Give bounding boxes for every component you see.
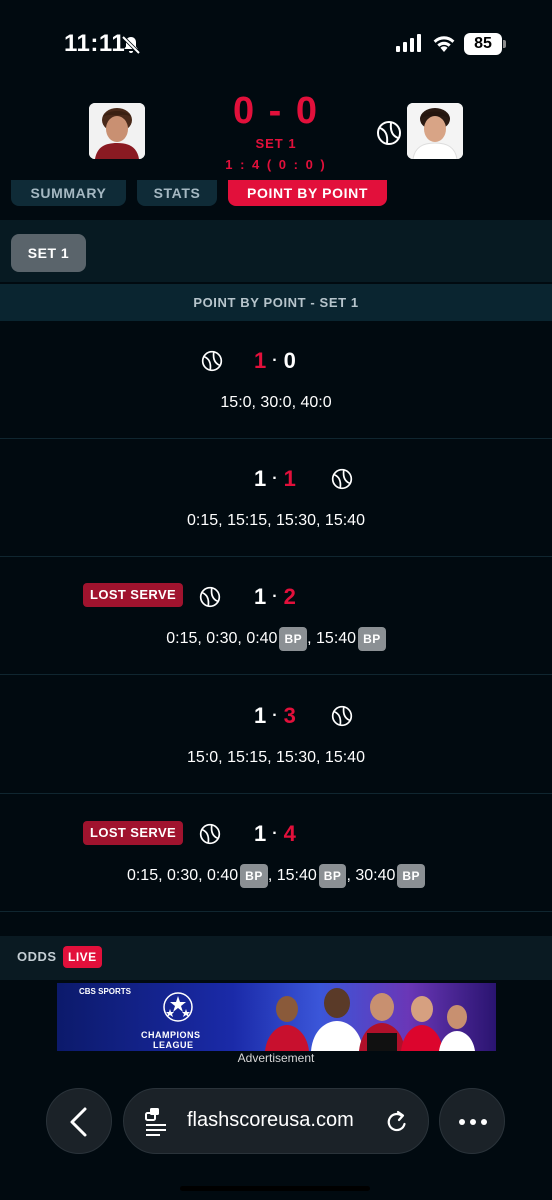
wifi-icon — [433, 36, 455, 52]
odds-label: ODDS — [17, 949, 57, 964]
score-separator: · — [272, 352, 278, 369]
match-header: 0 - 0 SET 1 1 : 4 ( 0 : 0 ) — [0, 90, 552, 180]
ad-sponsor: CBS SPORTS — [79, 987, 132, 996]
home-games: 1 — [254, 348, 267, 373]
points-text: 0:15, 15:15, 15:30, 15:40 — [187, 512, 365, 529]
reload-icon[interactable] — [384, 1109, 410, 1135]
current-game-score: 1 : 4 ( 0 : 0 ) — [225, 157, 327, 172]
battery-tip — [503, 40, 506, 48]
lost-serve-badge: LOST SERVE — [83, 583, 184, 607]
away-games: 4 — [283, 821, 296, 846]
score-separator: · — [272, 470, 278, 487]
bell-muted-icon — [121, 35, 141, 55]
ad-title-line2: LEAGUE — [153, 1040, 194, 1050]
status-time: 11:11 — [64, 30, 126, 57]
home-games: 1 — [254, 584, 267, 609]
match-score: 0 - 0 — [232, 90, 320, 132]
ad-players-image — [265, 988, 475, 1051]
point-sequence: 15:0, 30:0, 40:0 — [0, 394, 552, 412]
game-row: LOST SERVE 1 · 2 0:15, 0:30, 0:40 BP, 15:40… — [0, 557, 552, 675]
page-settings-icon — [145, 1108, 166, 1136]
game-row: 1 · 3 15:0, 15:15, 15:30, 15:40 — [0, 676, 552, 794]
point-sequence: 0:15, 15:15, 15:30, 15:40 — [0, 512, 552, 530]
tab-summary[interactable]: SUMMARY — [11, 180, 126, 206]
points-text: 15:0, 15:15, 15:30, 15:40 — [187, 749, 365, 766]
status-bar: 11:11 85 — [0, 0, 552, 90]
break-point-badge: BP — [279, 627, 308, 651]
section-title: POINT BY POINT - SET 1 — [0, 284, 552, 321]
ad-caption: Advertisement — [237, 1051, 315, 1065]
points-text: , 15:40 — [307, 630, 357, 648]
points-text: 15:0, 30:0, 40:0 — [220, 394, 332, 411]
more-options-button[interactable] — [439, 1088, 505, 1154]
tennis-ball-serve-icon — [377, 121, 401, 145]
match-tabs: SUMMARY STATS POINT BY POINT — [0, 180, 552, 214]
game-score: 1 · 2 — [254, 584, 296, 610]
tab-stats[interactable]: STATS — [137, 180, 217, 206]
back-button[interactable] — [46, 1088, 112, 1154]
point-sequence: 0:15, 0:30, 0:40 BP, 15:40 BP, 30:40 BP — [0, 864, 552, 888]
game-score: 1 · 1 — [254, 466, 296, 492]
tab-point-by-point[interactable]: POINT BY POINT — [228, 180, 387, 206]
home-indicator[interactable] — [180, 1186, 370, 1191]
ad-title-line1: CHAMPIONS — [141, 1030, 201, 1040]
game-score: 1 · 4 — [254, 821, 296, 847]
game-row: 1 · 0 15:0, 30:0, 40:0 — [0, 321, 552, 439]
points-text: 0:15, 0:30, 0:40 — [126, 867, 239, 885]
player-photo-icon — [89, 103, 145, 159]
tennis-ball-serve-icon — [199, 823, 221, 845]
tennis-ball-serve-icon — [331, 705, 353, 727]
url-text: flashscoreusa.com — [187, 1109, 354, 1131]
signal-icon — [396, 34, 421, 52]
away-games: 2 — [283, 584, 296, 609]
home-player-avatar[interactable] — [89, 103, 145, 159]
browser-toolbar: flashscoreusa.com — [0, 1072, 552, 1200]
score-separator: · — [272, 588, 278, 605]
current-set-label: SET 1 — [255, 136, 297, 151]
away-player-avatar[interactable] — [407, 103, 463, 159]
away-games: 3 — [283, 703, 296, 728]
home-games: 1 — [254, 466, 267, 491]
points-text: 0:15, 0:30, 0:40 — [166, 630, 278, 648]
point-sequence: 0:15, 0:30, 0:40 BP, 15:40 BP — [0, 627, 552, 651]
champions-league-star-icon — [163, 992, 193, 1022]
player-photo-icon — [407, 103, 463, 159]
home-games: 1 — [254, 821, 267, 846]
break-point-badge: BP — [397, 864, 426, 888]
game-score: 1 · 0 — [254, 348, 296, 374]
tennis-ball-serve-icon — [331, 468, 353, 490]
chevron-left-icon — [70, 1107, 87, 1137]
tennis-ball-serve-icon — [201, 350, 223, 372]
score-separator: · — [272, 707, 278, 724]
odds-section[interactable]: ODDS LIVE — [0, 936, 552, 980]
away-games: 0 — [283, 348, 296, 373]
break-point-badge: BP — [318, 864, 347, 888]
game-row: LOST SERVE 1 · 4 0:15, 0:30, 0:40 BP, 15:40… — [0, 794, 552, 912]
set-selector-bar: SET 1 — [0, 220, 552, 282]
live-badge: LIVE — [63, 946, 102, 968]
advertisement-banner[interactable]: CBS SPORTS CHAMPIONS LEAGUE — [57, 983, 496, 1051]
break-point-badge: BP — [358, 627, 386, 651]
address-bar[interactable]: flashscoreusa.com — [123, 1088, 429, 1154]
game-score: 1 · 3 — [254, 703, 296, 729]
ellipsis-icon — [459, 1119, 487, 1125]
set-1-chip[interactable]: SET 1 — [11, 234, 86, 272]
break-point-badge: BP — [240, 864, 268, 888]
away-games: 1 — [283, 466, 296, 491]
battery-indicator: 85 — [464, 33, 502, 55]
lost-serve-badge: LOST SERVE — [83, 821, 184, 845]
point-sequence: 15:0, 15:15, 15:30, 15:40 — [0, 749, 552, 767]
points-text: , 30:40 — [346, 867, 396, 885]
score-separator: · — [272, 825, 278, 842]
points-text: , 15:40 — [267, 867, 317, 885]
game-row: 1 · 1 0:15, 15:15, 15:30, 15:40 — [0, 439, 552, 557]
tennis-ball-serve-icon — [199, 586, 221, 608]
home-games: 1 — [254, 703, 267, 728]
